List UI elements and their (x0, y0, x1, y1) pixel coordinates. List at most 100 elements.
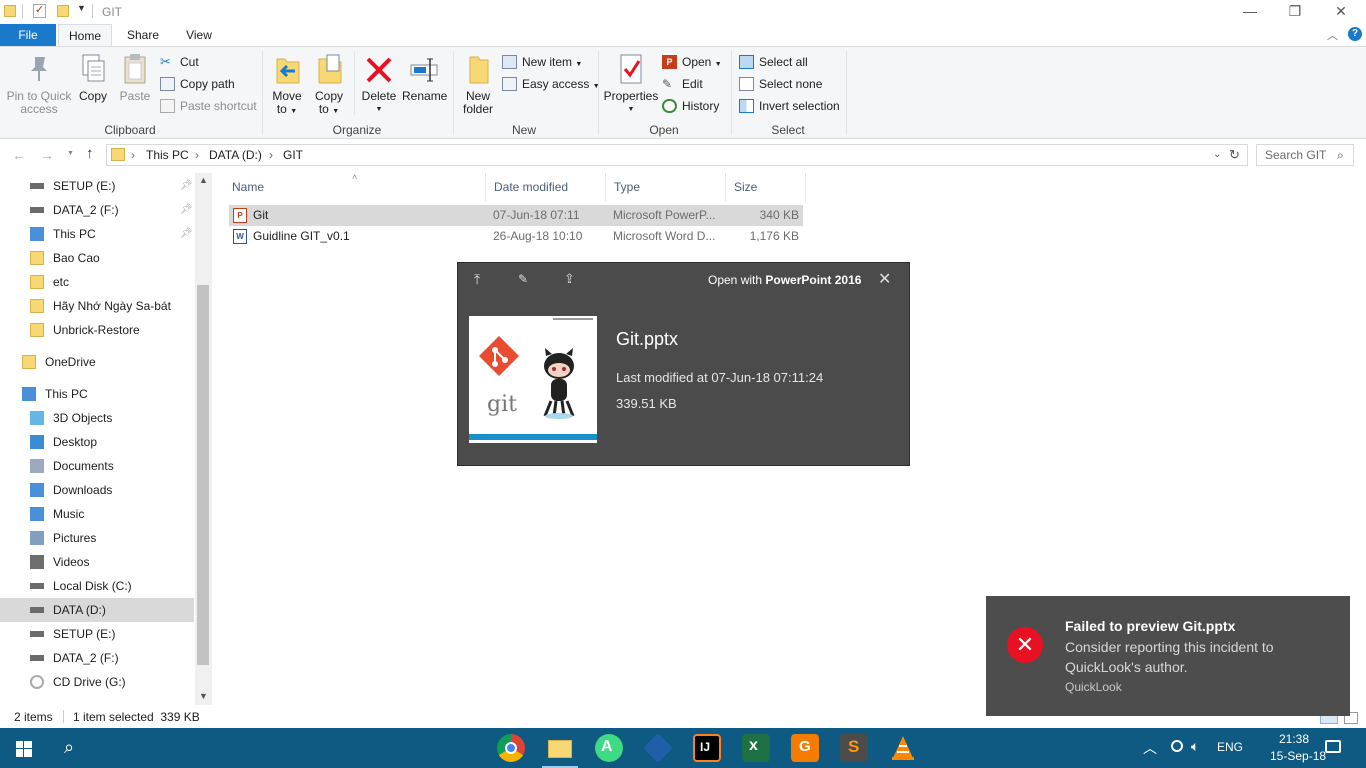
pdf-app-icon[interactable]: G (791, 734, 819, 762)
open-button[interactable]: P Open ▼ (662, 52, 722, 72)
search-input[interactable]: Search GIT ⌕ (1256, 144, 1354, 166)
new-folder-quick-icon[interactable] (57, 5, 69, 17)
new-folder-button[interactable]: New folder (458, 51, 498, 116)
tab-share[interactable]: Share (118, 24, 168, 46)
sidebar-item-data-d-[interactable]: DATA (D:) (0, 598, 194, 622)
sidebar-item-etc[interactable]: etc (0, 270, 194, 294)
scroll-down-icon[interactable]: ▼ (199, 691, 208, 701)
help-icon[interactable]: ? (1348, 27, 1362, 41)
breadcrumb-this-pc[interactable]: This PC (146, 148, 189, 162)
recent-locations-icon[interactable]: ▼ (67, 150, 74, 157)
breadcrumb-chevron-icon[interactable]: › (195, 148, 199, 162)
history-button[interactable]: History (662, 96, 719, 116)
sidebar-item-music[interactable]: Music (0, 502, 194, 526)
notification-toast[interactable]: ✕ Failed to preview Git.pptx Consider re… (986, 596, 1350, 716)
breadcrumb-chevron-icon[interactable]: › (269, 148, 273, 162)
vlc-icon[interactable] (889, 734, 917, 762)
action-center-icon[interactable] (1325, 740, 1341, 753)
invert-selection-button[interactable]: Invert selection (739, 96, 840, 116)
volume-icon[interactable]: 🔈︎ (1191, 738, 1199, 755)
spreadsheet-app-icon[interactable]: x (742, 734, 770, 762)
chrome-icon[interactable] (497, 734, 525, 762)
cut-button[interactable]: ✂ Cut (160, 52, 199, 72)
close-button[interactable]: ✕ (1318, 0, 1364, 24)
sidebar-item-local-disk-c-[interactable]: Local Disk (C:) (0, 574, 194, 598)
tab-view[interactable]: View (176, 24, 222, 46)
search-icon[interactable]: ⌕ (1337, 145, 1344, 165)
sidebar-item-desktop[interactable]: Desktop (0, 430, 194, 454)
refresh-icon[interactable]: ↻ (1229, 147, 1240, 163)
up-arrow-icon[interactable]: ↑ (86, 145, 94, 162)
sidebar-item-data-2-f-[interactable]: DATA_2 (F:) 📌︎ (0, 198, 194, 222)
select-none-button[interactable]: Select none (739, 74, 822, 94)
windows-start-icon[interactable] (16, 741, 32, 757)
sidebar-item-bao-cao[interactable]: Bao Cao (0, 246, 194, 270)
address-dropdown-icon[interactable]: ⌄ (1213, 149, 1221, 160)
file-explorer-icon[interactable] (542, 734, 578, 768)
file-row[interactable]: P Git 07-Jun-18 07:11 Microsoft PowerP..… (229, 205, 803, 226)
sidebar-item-3d-objects[interactable]: 3D Objects (0, 406, 194, 430)
column-header-size[interactable]: Size (726, 173, 806, 201)
rename-button[interactable]: Rename (402, 51, 447, 103)
properties-button[interactable]: Properties ▼ (602, 51, 660, 116)
scroll-up-icon[interactable]: ▲ (199, 175, 208, 185)
sidebar-item-this-pc[interactable]: This PC 📌︎ (0, 222, 194, 246)
address-bar[interactable]: › This PC › DATA (D:) › GIT ⌄ ↻ (106, 144, 1248, 166)
paste-shortcut-button[interactable]: Paste shortcut (160, 96, 257, 116)
pin-icon[interactable]: ✎ (518, 272, 528, 286)
easy-access-button[interactable]: Easy access ▼ (502, 74, 600, 94)
move-to-button[interactable]: Move to ▼ (268, 51, 306, 118)
forward-arrow-icon[interactable]: → (40, 147, 54, 163)
close-icon[interactable]: ✕ (878, 269, 891, 289)
sidebar-item-this-pc[interactable]: This PC (0, 382, 194, 406)
search-icon[interactable]: ⌕ (64, 737, 74, 758)
sublime-text-icon[interactable]: S (840, 734, 868, 762)
sidebar-item-documents[interactable]: Documents (0, 454, 194, 478)
keep-on-top-icon[interactable]: ⤒ (474, 271, 480, 288)
column-header-type[interactable]: Type (606, 173, 726, 201)
virtualbox-icon[interactable] (643, 733, 673, 763)
language-indicator[interactable]: ENG (1217, 740, 1243, 754)
android-studio-icon[interactable]: A (595, 734, 623, 762)
new-item-button[interactable]: New item ▼ (502, 52, 582, 72)
file-row[interactable]: W Guidline GIT_v0.1 26-Aug-18 10:10 Micr… (229, 226, 803, 247)
sidebar-item-downloads[interactable]: Downloads (0, 478, 194, 502)
maximize-button[interactable]: ❐ (1272, 0, 1318, 24)
copy-button[interactable]: Copy (76, 51, 110, 103)
scroll-thumb[interactable] (197, 285, 209, 665)
clock-date[interactable]: 15-Sep-18 (1270, 749, 1326, 763)
breadcrumb-chevron-icon[interactable]: › (131, 148, 135, 162)
sidebar-item-pictures[interactable]: Pictures (0, 526, 194, 550)
pin-to-quick-access-button[interactable]: Pin to Quick access (4, 51, 74, 116)
tab-file[interactable]: File (0, 24, 56, 46)
show-hidden-icons-icon[interactable]: ︿ (1143, 738, 1157, 758)
sidebar-item-unbrick-restore[interactable]: Unbrick-Restore (0, 318, 194, 342)
tab-home[interactable]: Home (58, 24, 112, 46)
delete-button[interactable]: Delete ▼ (360, 51, 398, 116)
breadcrumb-git[interactable]: GIT (283, 148, 303, 162)
sidebar-item-cd-drive-g-[interactable]: CD Drive (G:) (0, 670, 194, 694)
column-header-date[interactable]: Date modified (486, 173, 606, 201)
open-with-button[interactable]: Open with PowerPoint 2016 (708, 273, 861, 287)
collapse-ribbon-icon[interactable]: ︿ (1327, 27, 1338, 43)
minimize-button[interactable]: — (1227, 0, 1273, 24)
sidebar-item-h-y-nh-ng-y-sa-b-t[interactable]: Hãy Nhớ Ngày Sa-bát (0, 294, 194, 318)
copy-to-button[interactable]: Copy to ▼ (310, 51, 348, 118)
edit-button[interactable]: ✎ Edit (662, 74, 703, 94)
sidebar-item-onedrive[interactable]: OneDrive (0, 350, 194, 374)
clock-time[interactable]: 21:38 (1279, 732, 1309, 746)
customize-qat-icon[interactable]: ▼ (77, 3, 86, 13)
sidebar-item-data-2-f-[interactable]: DATA_2 (F:) (0, 646, 194, 670)
sidebar-item-setup-e-[interactable]: SETUP (E:) 📌︎ (0, 174, 194, 198)
nav-scrollbar[interactable]: ▲ ▼ (195, 173, 212, 705)
sidebar-item-setup-e-[interactable]: SETUP (E:) (0, 622, 194, 646)
paste-button[interactable]: Paste (118, 51, 152, 103)
intellij-icon[interactable]: IJ (693, 734, 721, 762)
back-arrow-icon[interactable]: ← (12, 147, 26, 163)
breadcrumb-data-d[interactable]: DATA (D:) (209, 148, 262, 162)
sidebar-item-videos[interactable]: Videos (0, 550, 194, 574)
select-all-button[interactable]: Select all (739, 52, 808, 72)
share-icon[interactable]: ⇪ (564, 271, 575, 287)
quicklook-tray-icon[interactable] (1171, 740, 1183, 752)
properties-check-icon[interactable]: ✓ (33, 4, 46, 18)
